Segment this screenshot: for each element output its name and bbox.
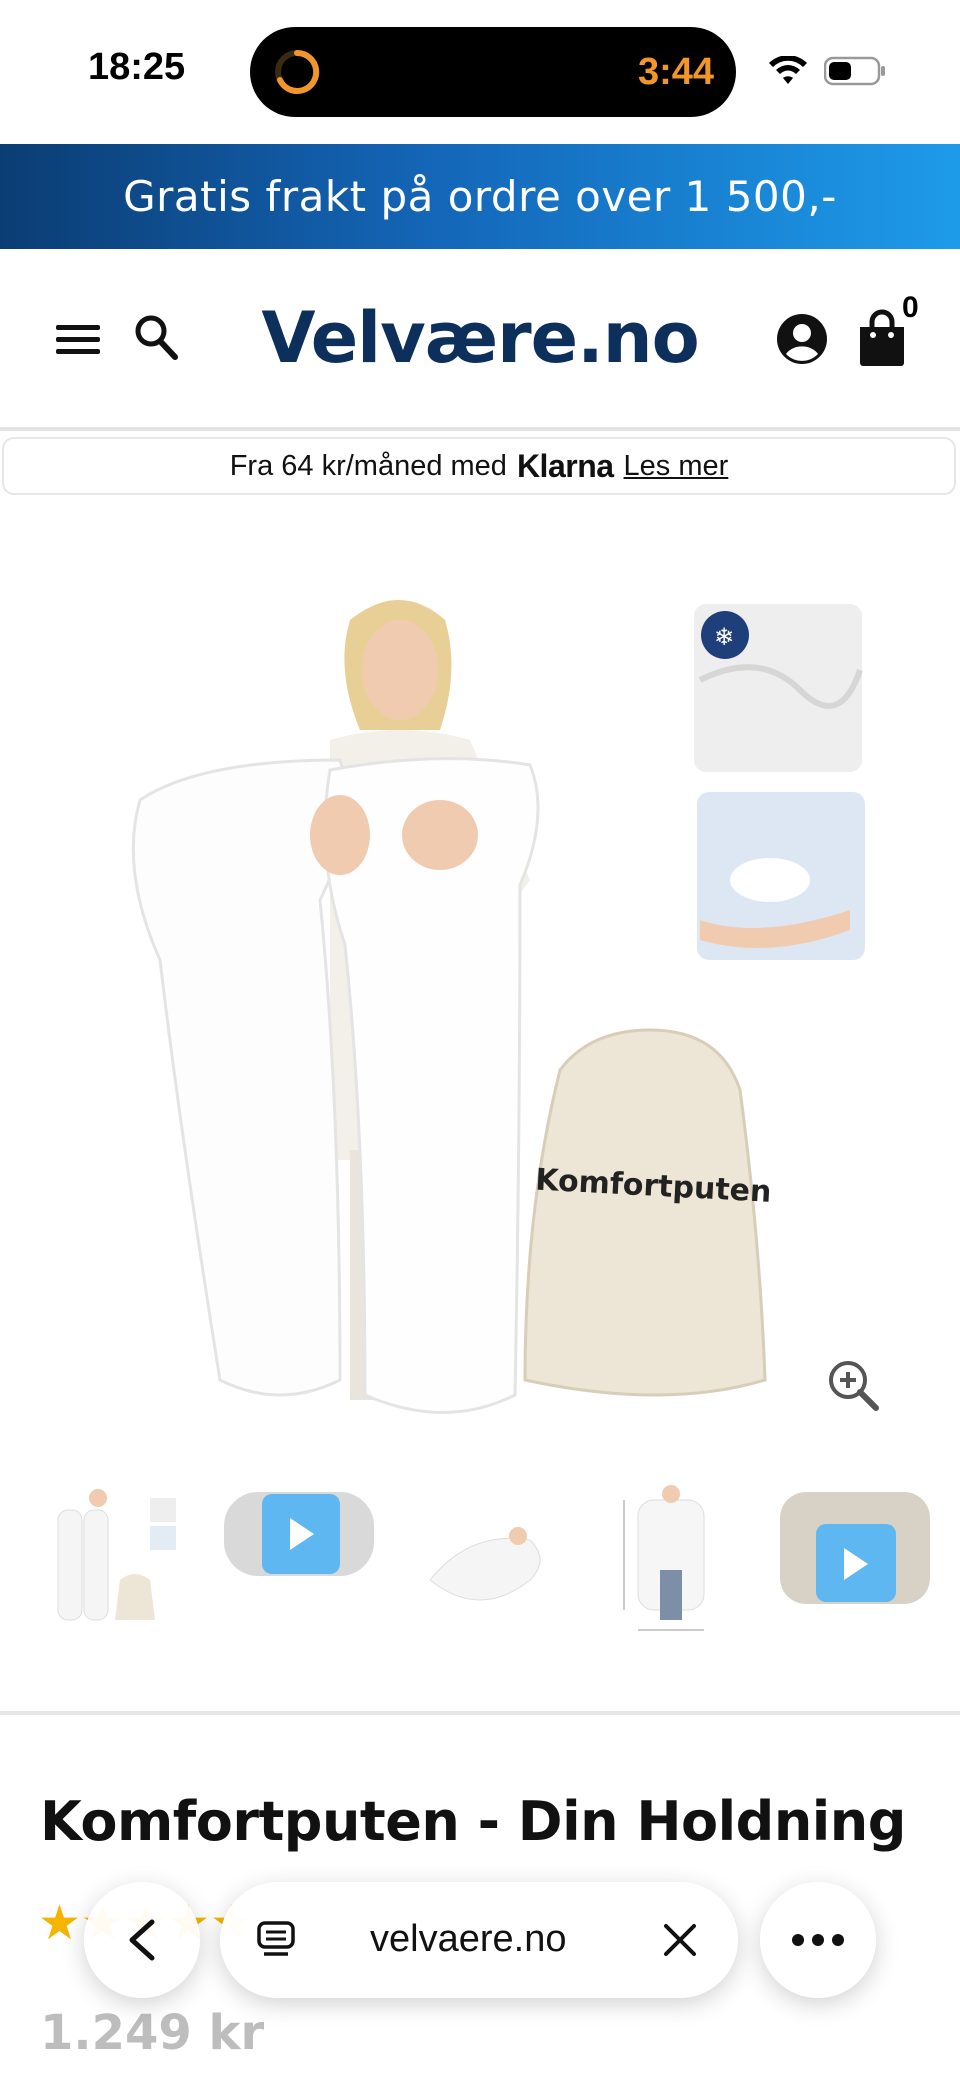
zoom-in-icon[interactable]: [826, 1358, 882, 1414]
timer-ring-icon: [275, 49, 320, 94]
thumbnail-4[interactable]: [596, 1480, 746, 1640]
product-price: 1.249 kr: [40, 2005, 265, 2061]
svg-text:❄: ❄: [714, 623, 734, 651]
status-bar: 18:25 3:44: [0, 0, 960, 144]
close-icon[interactable]: [662, 1922, 698, 1958]
thumbnail-video-1[interactable]: [224, 1480, 374, 1640]
thumbnail-strip: [0, 1480, 960, 1650]
url-text[interactable]: velvaere.no: [370, 1918, 566, 1961]
promo-text: Gratis frakt på ordre over 1 500,-: [123, 172, 837, 221]
account-icon[interactable]: [776, 313, 828, 365]
section-divider: [0, 1711, 960, 1715]
site-header: Velvære.no 0: [0, 249, 960, 431]
klarna-banner: Fra 64 kr/måned med Klarna Les mer: [2, 437, 956, 495]
browser-back-button[interactable]: [84, 1882, 200, 1998]
more-options-button[interactable]: [760, 1882, 876, 1998]
cart-count-badge: 0: [902, 291, 919, 324]
klarna-text: Fra 64 kr/måned med: [229, 449, 507, 482]
thumbnail-1[interactable]: [40, 1480, 190, 1640]
live-timer: 3:44: [637, 51, 714, 93]
chevron-left-icon: [129, 1919, 155, 1961]
klarna-logo: Klarna: [516, 447, 614, 484]
product-main-image[interactable]: Komfortputen ❄: [0, 540, 960, 1440]
address-bar[interactable]: velvaere.no: [220, 1882, 738, 1998]
klarna-read-more-link[interactable]: Les mer: [624, 450, 729, 483]
wifi-icon: [769, 56, 807, 84]
thumbnail-video-2[interactable]: [780, 1480, 930, 1640]
free-shipping-banner: Gratis frakt på ordre over 1 500,-: [0, 144, 960, 249]
ellipsis-icon: [792, 1934, 844, 1946]
tabs-icon[interactable]: [256, 1920, 296, 1960]
battery-icon: [824, 56, 885, 86]
thumbnail-3[interactable]: [410, 1480, 560, 1640]
status-time: 18:25: [88, 46, 186, 88]
product-title: Komfortputen - Din Holdning: [40, 1790, 906, 1853]
dynamic-island[interactable]: 3:44: [250, 27, 736, 117]
cart-icon[interactable]: [856, 309, 908, 367]
